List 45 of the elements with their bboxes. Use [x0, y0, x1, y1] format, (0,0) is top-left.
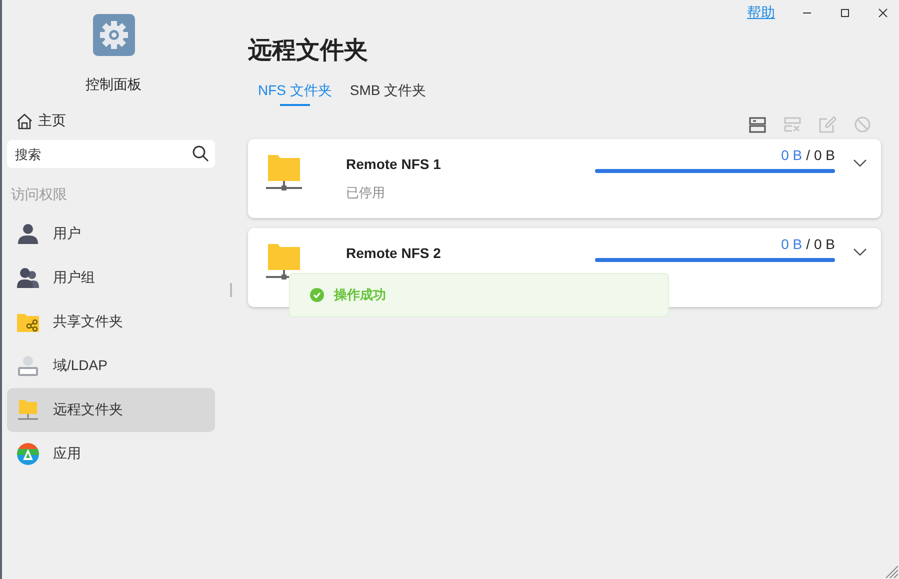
maximize-icon	[840, 8, 850, 18]
app-store-icon	[17, 443, 39, 465]
network-folder-icon	[266, 242, 302, 282]
folder-name: Remote NFS 1	[346, 156, 442, 172]
user-icon	[17, 223, 39, 245]
app-title: 控制面板	[84, 76, 142, 94]
search-field[interactable]: 搜索	[7, 140, 215, 168]
nav-item[interactable]: 用户	[7, 212, 215, 256]
total-size: 0 B	[814, 236, 835, 252]
resize-grip-icon[interactable]	[885, 565, 899, 579]
size-separator: /	[806, 147, 810, 163]
ldap-icon	[17, 355, 39, 377]
folder-name: Remote NFS 2	[346, 245, 442, 261]
nav-item[interactable]: 用户组	[7, 256, 215, 300]
used-size: 0 B	[781, 236, 802, 252]
nav-item[interactable]: 共享文件夹	[7, 300, 215, 344]
server-icon	[784, 116, 801, 133]
section-heading: 访问权限	[11, 186, 68, 204]
folder-status: 已停用	[346, 184, 386, 202]
network-folder-icon	[17, 399, 39, 421]
shared-folder-icon	[17, 312, 39, 332]
close-icon	[878, 8, 888, 18]
server-icon	[749, 116, 766, 133]
disable-icon	[854, 116, 871, 133]
total-size: 0 B	[814, 147, 835, 163]
home-link[interactable]: 主页	[16, 112, 66, 130]
expand-button[interactable]	[853, 248, 867, 256]
edit-icon	[819, 116, 836, 133]
toolbar-button[interactable]	[749, 116, 766, 133]
home-icon	[16, 112, 33, 130]
check-icon	[310, 288, 324, 302]
resize-handle[interactable]	[230, 283, 232, 297]
page-title: 远程文件夹	[248, 36, 369, 66]
nav-item[interactable]: 应用	[7, 432, 215, 476]
used-size: 0 B	[781, 147, 802, 163]
network-folder-icon	[266, 153, 302, 193]
users-icon	[17, 267, 39, 289]
nav-item[interactable]: 远程文件夹	[7, 388, 215, 432]
nav-item[interactable]: 域/LDAP	[7, 344, 215, 388]
expand-button[interactable]	[853, 159, 867, 167]
search-icon	[192, 145, 209, 162]
toast-message: 操作成功	[334, 286, 386, 304]
tab[interactable]: SMB 文件夹	[350, 82, 426, 106]
size-separator: /	[806, 236, 810, 252]
gear-icon	[92, 14, 134, 56]
